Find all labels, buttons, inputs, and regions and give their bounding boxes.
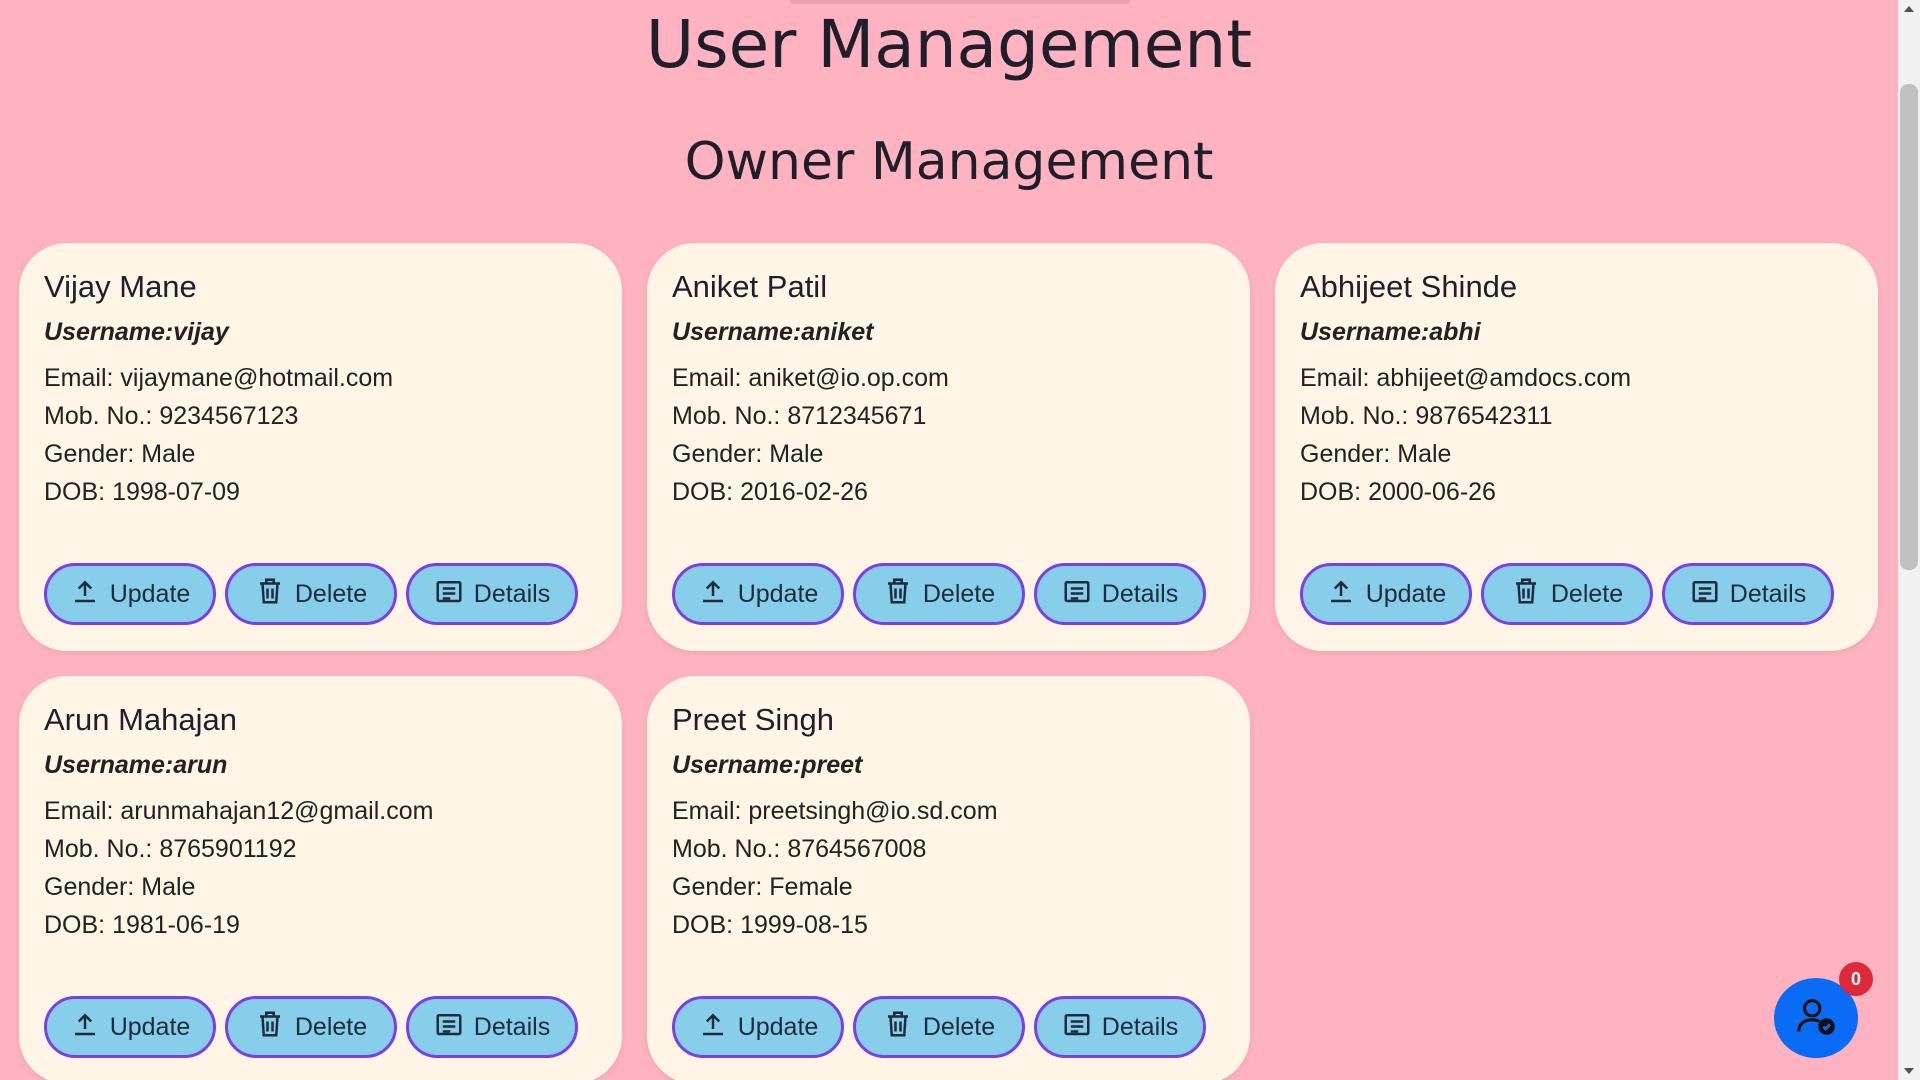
details-button[interactable]: Details <box>1034 563 1206 625</box>
details-button[interactable]: Details <box>1034 996 1206 1058</box>
card-actions: Update Delete Details <box>1300 563 1834 625</box>
scroll-up-arrow[interactable] <box>1904 6 1914 12</box>
owner-dob: DOB: 2000-06-26 <box>1300 478 1496 506</box>
card-actions: Update Delete Details <box>672 563 1206 625</box>
delete-button-label: Delete <box>922 579 996 608</box>
owner-name: Arun Mahajan <box>44 702 238 737</box>
owner-card: Aniket Patil Username:aniket Email: anik… <box>647 243 1250 651</box>
trash-icon <box>1511 576 1541 613</box>
owner-username: Username:vijay <box>44 318 229 346</box>
owner-gender: Gender: Male <box>1300 440 1452 468</box>
owner-email: Email: vijaymane@hotmail.com <box>44 364 394 392</box>
owner-username: Username:abhi <box>1300 318 1481 346</box>
update-button[interactable]: Update <box>44 996 216 1058</box>
delete-button-label: Delete <box>294 1012 368 1041</box>
details-button-label: Details <box>473 579 551 608</box>
owner-name: Preet Singh <box>672 702 834 737</box>
upload-icon <box>698 576 728 613</box>
owner-mobile: Mob. No.: 8712345671 <box>672 402 927 430</box>
delete-button[interactable]: Delete <box>225 563 397 625</box>
owner-card: Abhijeet Shinde Username:abhi Email: abh… <box>1275 243 1878 651</box>
owner-dob: DOB: 2016-02-26 <box>672 478 868 506</box>
document-icon <box>434 576 464 613</box>
details-button-label: Details <box>473 1012 551 1041</box>
details-button[interactable]: Details <box>1662 563 1834 625</box>
upload-icon <box>70 1009 100 1046</box>
delete-button[interactable]: Delete <box>1481 563 1653 625</box>
owner-mobile: Mob. No.: 9234567123 <box>44 402 299 430</box>
update-button-label: Update <box>109 1012 191 1041</box>
top-edge-element <box>790 0 1130 4</box>
owner-username: Username:arun <box>44 751 228 779</box>
owner-email: Email: abhijeet@amdocs.com <box>1300 364 1632 392</box>
trash-icon <box>255 576 285 613</box>
delete-button-label: Delete <box>294 579 368 608</box>
card-actions: Update Delete Details <box>672 996 1206 1058</box>
details-button-label: Details <box>1101 1012 1179 1041</box>
owner-card: Arun Mahajan Username:arun Email: arunma… <box>19 676 622 1080</box>
owner-email: Email: aniket@io.op.com <box>672 364 949 392</box>
update-button-label: Update <box>109 579 191 608</box>
page-title: User Management <box>645 6 1253 83</box>
owner-dob: DOB: 1981-06-19 <box>44 911 240 939</box>
update-button[interactable]: Update <box>672 996 844 1058</box>
update-button[interactable]: Update <box>672 563 844 625</box>
update-button[interactable]: Update <box>44 563 216 625</box>
card-actions: Update Delete Details <box>44 996 578 1058</box>
details-button[interactable]: Details <box>406 996 578 1058</box>
delete-button[interactable]: Delete <box>853 563 1025 625</box>
page-viewport: User Management Owner Management Vijay M… <box>0 0 1898 1080</box>
document-icon <box>1062 1009 1092 1046</box>
update-button-label: Update <box>737 1012 819 1041</box>
scroll-thumb[interactable] <box>1900 84 1918 570</box>
card-actions: Update Delete Details <box>44 563 578 625</box>
scroll-down-arrow[interactable] <box>1904 1068 1914 1074</box>
vertical-scrollbar[interactable] <box>1898 0 1920 1080</box>
update-button-label: Update <box>737 579 819 608</box>
upload-icon <box>698 1009 728 1046</box>
notification-badge: 0 <box>1839 962 1873 996</box>
details-button-label: Details <box>1101 579 1179 608</box>
owner-gender: Gender: Female <box>672 873 853 901</box>
owner-email: Email: preetsingh@io.sd.com <box>672 797 998 825</box>
trash-icon <box>883 1009 913 1046</box>
document-icon <box>434 1009 464 1046</box>
section-title: Owner Management <box>684 132 1214 192</box>
owner-card: Vijay Mane Username:vijay Email: vijayma… <box>19 243 622 651</box>
details-button[interactable]: Details <box>406 563 578 625</box>
delete-button-label: Delete <box>1550 579 1624 608</box>
owner-mobile: Mob. No.: 9876542311 <box>1300 402 1553 430</box>
owner-dob: DOB: 1998-07-09 <box>44 478 240 506</box>
document-icon <box>1690 576 1720 613</box>
delete-button[interactable]: Delete <box>853 996 1025 1058</box>
user-check-icon <box>1793 993 1839 1043</box>
owner-username: Username:preet <box>672 751 863 779</box>
owner-gender: Gender: Male <box>44 440 196 468</box>
owner-card: Preet Singh Username:preet Email: preets… <box>647 676 1250 1080</box>
update-button-label: Update <box>1365 579 1447 608</box>
upload-icon <box>70 576 100 613</box>
owner-dob: DOB: 1999-08-15 <box>672 911 868 939</box>
owner-username: Username:aniket <box>672 318 874 346</box>
owner-card-grid: Vijay Mane Username:vijay Email: vijayma… <box>19 243 1879 1080</box>
owner-gender: Gender: Male <box>44 873 196 901</box>
upload-icon <box>1326 576 1356 613</box>
owner-name: Vijay Mane <box>44 269 197 304</box>
owner-mobile: Mob. No.: 8764567008 <box>672 835 927 863</box>
trash-icon <box>255 1009 285 1046</box>
owner-mobile: Mob. No.: 8765901192 <box>44 835 297 863</box>
owner-name: Abhijeet Shinde <box>1300 269 1518 304</box>
owner-name: Aniket Patil <box>672 269 828 304</box>
update-button[interactable]: Update <box>1300 563 1472 625</box>
owner-gender: Gender: Male <box>672 440 824 468</box>
owner-email: Email: arunmahajan12@gmail.com <box>44 797 434 825</box>
delete-button[interactable]: Delete <box>225 996 397 1058</box>
document-icon <box>1062 576 1092 613</box>
delete-button-label: Delete <box>922 1012 996 1041</box>
details-button-label: Details <box>1729 579 1807 608</box>
trash-icon <box>883 576 913 613</box>
